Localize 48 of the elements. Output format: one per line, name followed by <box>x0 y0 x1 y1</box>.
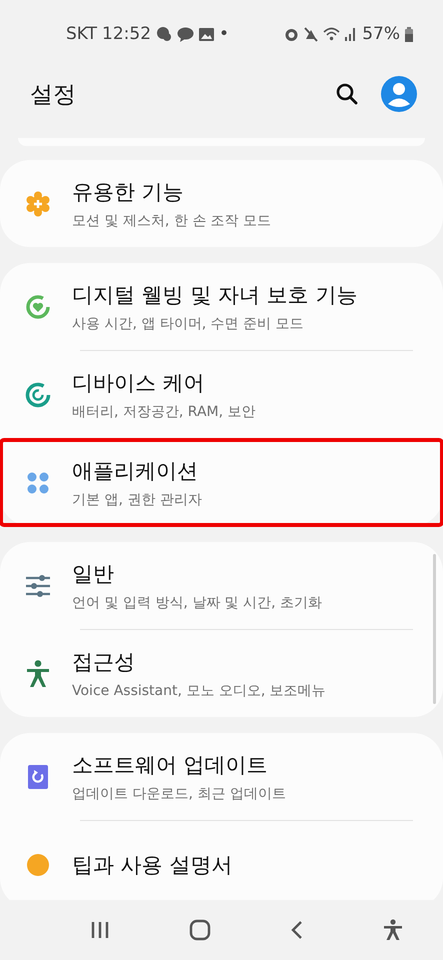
item-subtitle: Voice Assistant, 모노 오디오, 보조메뉴 <box>72 682 326 700</box>
item-subtitle: 모션 및 제스처, 한 손 조작 모드 <box>72 212 272 230</box>
search-icon[interactable] <box>335 82 359 106</box>
settings-item[interactable]: 팁과 사용 설명서 <box>0 821 443 900</box>
home-icon[interactable] <box>188 919 211 941</box>
battery-percent: 57% <box>362 24 400 44</box>
item-title: 디바이스 케어 <box>72 370 206 396</box>
item-subtitle: 언어 및 입력 방식, 날짜 및 시간, 초기화 <box>72 594 322 612</box>
image-icon <box>199 28 214 40</box>
profile-avatar[interactable] <box>381 76 417 112</box>
accessibility-icon[interactable] <box>383 919 404 941</box>
notification-dot: • <box>219 24 230 44</box>
mute-icon <box>304 26 318 42</box>
settings-item[interactable]: 일반 언어 및 입력 방식, 날짜 및 시간, 초기화 <box>0 542 443 629</box>
signal-icon <box>345 27 358 41</box>
item-subtitle: 사용 시간, 앱 타이머, 수면 준비 모드 <box>72 314 305 332</box>
apps-icon <box>26 470 50 494</box>
item-title: 팁과 사용 설명서 <box>72 852 232 878</box>
battery-icon <box>405 26 413 42</box>
item-title: 디지털 웰빙 및 자녀 보호 기능 <box>72 282 358 308</box>
item-title: 일반 <box>72 560 115 588</box>
item-subtitle: 배터리, 저장공간, RAM, 보안 <box>72 402 256 420</box>
sliders-icon <box>25 574 51 598</box>
item-title: 애플리케이션 <box>72 458 199 484</box>
carrier-label: SKT <box>66 24 98 44</box>
settings-item[interactable]: 애플리케이션 기본 앱, 권한 관리자 <box>0 439 443 526</box>
gear-plus-icon <box>25 190 51 216</box>
settings-item[interactable]: 유용한 기능 모션 및 제스처, 한 손 조작 모드 <box>0 160 443 247</box>
message-icon <box>177 26 194 42</box>
heart-ring-icon <box>25 294 51 320</box>
item-title: 유용한 기능 <box>72 178 185 206</box>
settings-item[interactable]: 디바이스 케어 배터리, 저장공간, RAM, 보안 <box>0 351 443 438</box>
chat-icon <box>156 26 172 42</box>
wifi-icon <box>323 27 340 41</box>
back-icon[interactable] <box>290 920 304 940</box>
page-title: 설정 <box>30 80 77 110</box>
item-subtitle: 기본 앱, 권한 관리자 <box>72 490 202 508</box>
item-title: 소프트웨어 업데이트 <box>72 752 269 778</box>
settings-item[interactable]: 소프트웨어 업데이트 업데이트 다운로드, 최근 업데이트 <box>0 733 443 820</box>
item-subtitle: 업데이트 다운로드, 최근 업데이트 <box>72 784 286 802</box>
settings-item[interactable]: 접근성 Voice Assistant, 모노 오디오, 보조메뉴 <box>0 630 443 717</box>
item-title: 접근성 <box>72 648 136 676</box>
recent-apps-icon[interactable] <box>90 921 110 939</box>
person-icon <box>26 660 50 688</box>
update-icon <box>28 764 48 788</box>
settings-item[interactable]: 디지털 웰빙 및 자녀 보호 기능 사용 시간, 앱 타이머, 수면 준비 모드 <box>0 263 443 350</box>
clock: 12:52 <box>102 24 152 44</box>
tips-icon <box>26 852 50 876</box>
